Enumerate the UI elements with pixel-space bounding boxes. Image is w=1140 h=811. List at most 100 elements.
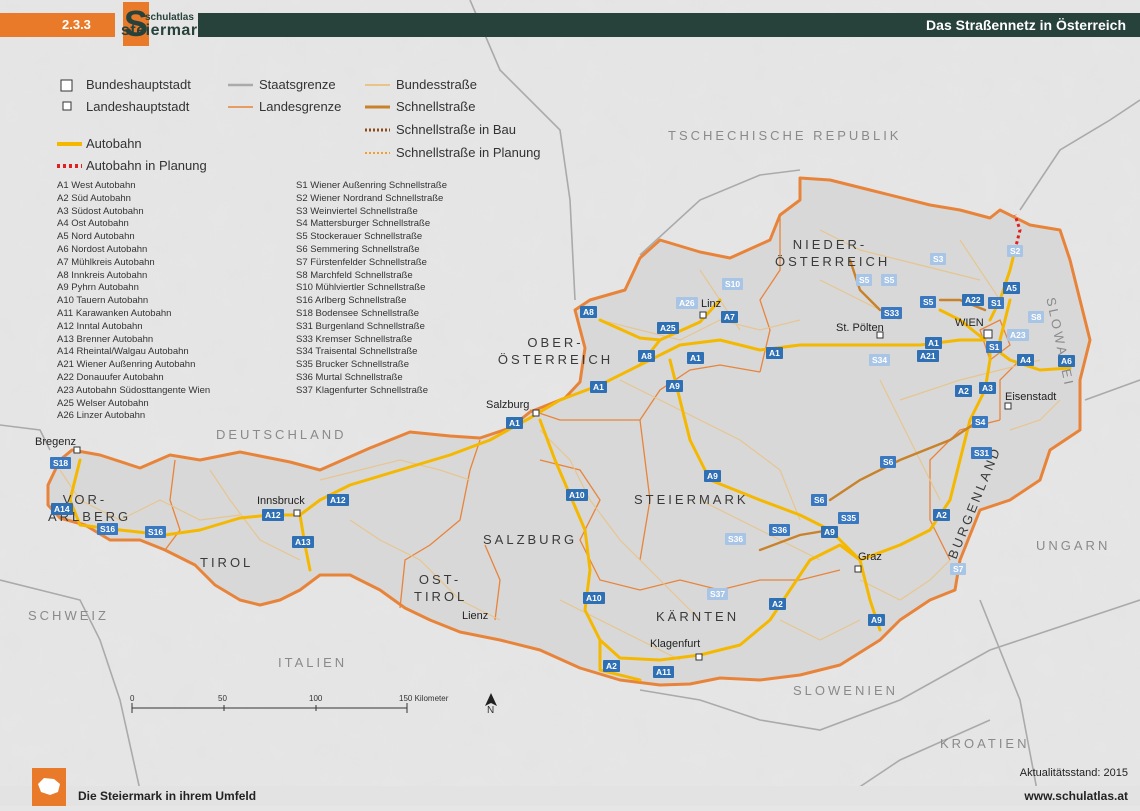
schnellstrasse-list-item: S7 Fürstenfelder Schnellstraße xyxy=(296,256,427,268)
schnellstrasse-list-item: S8 Marchfeld Schnellstraße xyxy=(296,269,413,281)
autobahn-list-item: A8 Innkreis Autobahn xyxy=(57,269,148,281)
shield-s5: S5 xyxy=(856,274,873,286)
footer-title: Die Steiermark in ihrem Umfeld xyxy=(78,789,257,803)
city-graz: Graz xyxy=(858,551,882,563)
autobahn-list-item: A10 Tauern Autobahn xyxy=(57,295,149,307)
shield-a9: A9 xyxy=(666,380,683,392)
shield-a8: A8 xyxy=(580,306,597,318)
state-label-ooe-1: OBER- xyxy=(527,335,584,350)
country-label-hu: UNGARN xyxy=(1036,538,1111,553)
shield-s18: S18 xyxy=(50,457,72,469)
city-klagenfurt: Klagenfurt xyxy=(650,638,701,650)
state-label-noe-2: ÖSTERREICH xyxy=(775,254,891,269)
schnellstrasse-list-item: S31 Burgenland Schnellstraße xyxy=(296,320,425,332)
schnellstrasse-list-item: S16 Arlberg Schnellstraße xyxy=(296,295,407,307)
legend-bundesstrasse: Bundesstraße xyxy=(396,77,477,92)
shield-a2: A2 xyxy=(955,385,972,397)
city-lienz: Lienz xyxy=(462,610,489,622)
shield-a4: A4 xyxy=(1017,354,1034,366)
shield-a13: A13 xyxy=(292,536,314,548)
shield-a9: A9 xyxy=(868,614,885,626)
footer-url[interactable]: www.schulatlas.at xyxy=(1024,789,1128,803)
schnellstrasse-list-item: S4 Mattersburger Schnellstraße xyxy=(296,218,431,230)
autobahn-list: A1 West Autobahn A2 Süd Autobahn A3 Südost… xyxy=(57,180,210,423)
legend-schnellstrasse-bau: Schnellstraße in Bau xyxy=(396,122,516,137)
shield-s35: S35 xyxy=(838,512,860,524)
legend-autobahn: Autobahn xyxy=(86,136,142,151)
legend-staatsgrenze: Staatsgrenze xyxy=(259,77,336,92)
section-number: 2.3.3 xyxy=(0,13,115,37)
shield-s34: S34 xyxy=(869,354,891,366)
autobahn-list-item: A7 Mühlkreis Autobahn xyxy=(57,256,155,268)
schnellstrasse-list-item: S2 Wiener Nordrand Schnellstraße xyxy=(296,192,444,204)
legend-schnellstrasse: Schnellstraße xyxy=(396,99,476,114)
autobahn-list-item: A9 Pyhrn Autobahn xyxy=(57,282,139,294)
shield-a12: A12 xyxy=(327,494,349,506)
shield-s10: S10 xyxy=(722,278,744,290)
autobahn-list-item: A1 West Autobahn xyxy=(57,180,136,191)
schnellstrasse-list-item: S6 Semmering Schnellstraße xyxy=(296,243,420,255)
schnellstrasse-list-item: S37 Klagenfurter Schnellstraße xyxy=(296,384,429,396)
schnellstrasse-list-item: S3 Weinviertel Schnellstraße xyxy=(296,205,418,217)
shield-a1: A1 xyxy=(506,417,523,429)
shield-a5: A5 xyxy=(1003,282,1020,294)
city-eisenstadt: Eisenstadt xyxy=(1005,391,1057,403)
landeshauptstadt-symbol xyxy=(62,101,72,111)
shield-s36: S36 xyxy=(725,533,747,545)
shield-s31: S31 xyxy=(971,447,993,459)
shield-a25: A25 xyxy=(657,322,679,334)
shield-a1: A1 xyxy=(766,347,783,359)
bundeshauptstadt-symbol xyxy=(60,79,73,92)
shield-s1: S1 xyxy=(986,341,1003,353)
shield-a12: A12 xyxy=(262,509,284,521)
scale-tick-150: 150 Kilometer xyxy=(399,694,449,703)
city-innsbruck: Innsbruck xyxy=(257,495,305,507)
shield-s4: S4 xyxy=(972,416,989,428)
state-label-tirol: TIROL xyxy=(200,555,254,570)
shield-a7: A7 xyxy=(721,311,738,323)
shield-a1: A1 xyxy=(590,381,607,393)
shield-a2: A2 xyxy=(933,509,950,521)
shield-s7: S7 xyxy=(950,563,967,575)
shield-a23: A23 xyxy=(1007,329,1029,341)
shield-a22: A22 xyxy=(962,294,984,306)
shield-s5: S5 xyxy=(920,296,937,308)
shield-a2: A2 xyxy=(603,660,620,672)
footer-bar: Die Steiermark in ihrem Umfeld www.schul… xyxy=(0,786,1140,806)
shield-a10: A10 xyxy=(566,489,588,501)
state-label-ooe: OBER- ÖSTERREICH xyxy=(493,334,618,368)
state-label-osttirol: OST- TIROL xyxy=(414,571,466,605)
shield-a1: A1 xyxy=(687,352,704,364)
autobahn-list-item: A14 Rheintal/Walgau Autobahn xyxy=(57,346,189,358)
shield-a11: A11 xyxy=(653,666,675,678)
legend-bundeshauptstadt: Bundeshauptstadt xyxy=(86,77,191,92)
north-label: N xyxy=(487,705,495,716)
shield-s5: S5 xyxy=(881,274,898,286)
shield-s2: S2 xyxy=(1007,245,1024,257)
shield-a9: A9 xyxy=(704,470,721,482)
country-label-it: ITALIEN xyxy=(278,655,348,670)
autobahn-list-item: A4 Ost Autobahn xyxy=(57,218,129,230)
schnellstrasse-list-item: S5 Stockerauer Schnellstraße xyxy=(296,231,423,243)
city-st-poelten: St. Pölten xyxy=(836,322,884,334)
scale-tick-0: 0 xyxy=(130,694,135,703)
shield-a21: A21 xyxy=(917,350,939,362)
shield-a1: A1 xyxy=(925,337,942,349)
shield-a3: A3 xyxy=(979,382,996,394)
autobahn-list-item: A5 Nord Autobahn xyxy=(57,231,135,243)
state-label-noe: NIEDER- ÖSTERREICH xyxy=(775,236,891,270)
schnellstrasse-list-item: S1 Wiener Außenring Schnellstraße xyxy=(296,180,448,191)
city-salzburg: Salzburg xyxy=(486,399,530,411)
autobahn-list-item: A6 Nordost Autobahn xyxy=(57,243,148,255)
state-label-steiermark: STEIERMARK xyxy=(634,492,749,507)
shield-a9: A9 xyxy=(821,526,838,538)
city-wien: WIEN xyxy=(955,317,984,329)
legend-landesgrenze: Landesgrenze xyxy=(259,99,342,114)
shield-s3: S3 xyxy=(930,253,947,265)
schnellstrasse-list-item: S36 Murtal Schnellstraße xyxy=(296,371,403,383)
autobahn-list-item: A23 Autobahn Südosttangente Wien xyxy=(57,384,211,396)
shield-a14: A14 xyxy=(51,503,73,515)
schnellstrasse-list-item: S18 Bodensee Schnellstraße xyxy=(296,307,420,319)
shield-a26: A26 xyxy=(676,297,698,309)
shield-s33: S33 xyxy=(881,307,903,319)
